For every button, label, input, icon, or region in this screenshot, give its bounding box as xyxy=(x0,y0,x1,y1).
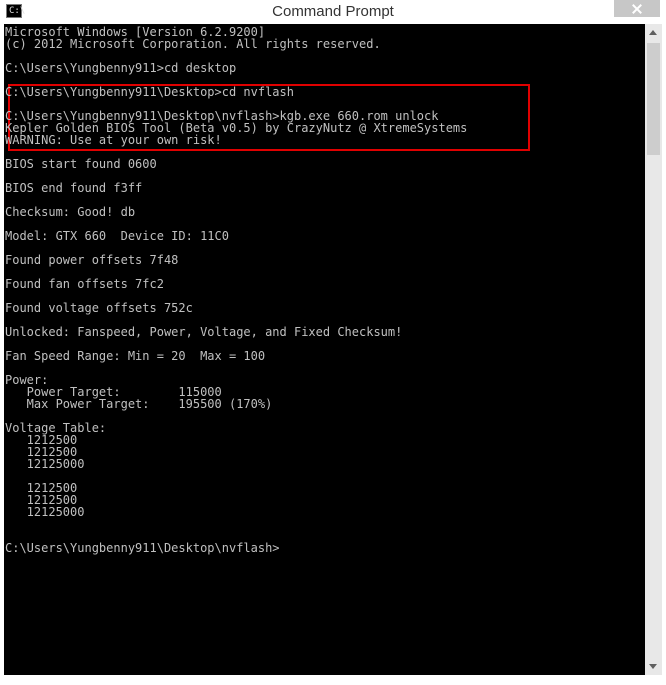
console-line: 12125000 xyxy=(5,457,85,471)
title-bar[interactable]: C:\ Command Prompt xyxy=(0,0,666,24)
console-line: Max Power Target: 195500 (170%) xyxy=(5,397,273,411)
console-line: BIOS end found f3ff xyxy=(5,181,143,195)
console-line: (c) 2012 Microsoft Corporation. All righ… xyxy=(5,37,381,51)
console-line: Found power offsets 7f48 xyxy=(5,253,179,267)
console-line: C:\Users\Yungbenny911\Desktop>cd nvflash xyxy=(5,85,294,99)
window-title: Command Prompt xyxy=(272,3,394,20)
console-line: WARNING: Use at your own risk! xyxy=(5,133,222,147)
scrollbar-thumb[interactable] xyxy=(647,43,660,155)
window-bottom-frame xyxy=(0,675,666,685)
console-line: Fan Speed Range: Min = 20 Max = 100 xyxy=(5,349,266,363)
console-line: 12125000 xyxy=(5,505,85,519)
command-prompt-window: C:\ Command Prompt Microsoft Windows [Ve… xyxy=(0,0,666,685)
console-line: Checksum: Good! db xyxy=(5,205,136,219)
console-line: C:\Users\Yungbenny911>cd desktop xyxy=(5,61,237,75)
scroll-down-arrow-icon[interactable] xyxy=(645,658,662,675)
console-line: Unlocked: Fanspeed, Power, Voltage, and … xyxy=(5,325,403,339)
console-line: Found fan offsets 7fc2 xyxy=(5,277,164,291)
close-button[interactable] xyxy=(614,0,660,17)
scroll-up-arrow-icon[interactable] xyxy=(645,24,662,41)
vertical-scrollbar[interactable] xyxy=(645,24,662,675)
console-output[interactable]: Microsoft Windows [Version 6.2.9200] (c) … xyxy=(4,24,645,675)
console-line: C:\Users\Yungbenny911\Desktop\nvflash> xyxy=(5,541,280,555)
console-line: Found voltage offsets 752c xyxy=(5,301,193,315)
console-line: BIOS start found 0600 xyxy=(5,157,157,171)
console-line: Model: GTX 660 Device ID: 11C0 xyxy=(5,229,229,243)
